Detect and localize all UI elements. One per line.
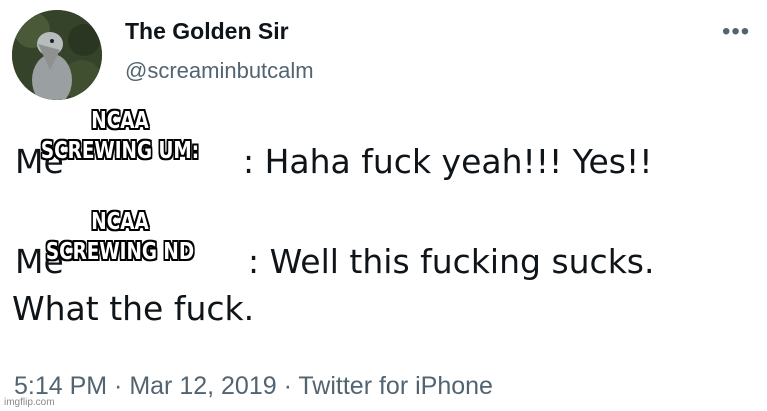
- tweet-timestamp[interactable]: 5:14 PM · Mar 12, 2019 · Twitter for iPh…: [14, 372, 493, 401]
- tweet-line-1: : Haha fuck yeah!!! Yes!!: [243, 142, 653, 181]
- meme-caption-2-line-2: SCREWING ND: [45, 239, 195, 265]
- shoebill-avatar-image: [12, 10, 102, 100]
- watermark: imgflip.com: [4, 397, 55, 408]
- tweet-line-2: : Well this fucking sucks.: [248, 242, 655, 281]
- avatar[interactable]: [12, 10, 102, 100]
- meme-caption-1-line-2: SCREWING UM:: [40, 138, 200, 164]
- meme-caption-1: NCAA SCREWING UM:: [24, 106, 216, 166]
- meme-caption-1-line-1: NCAA: [91, 108, 149, 134]
- meme-caption-2: NCAA SCREWING ND: [24, 207, 216, 267]
- user-handle[interactable]: @screaminbutcalm: [125, 58, 314, 84]
- more-horizontal-icon[interactable]: •••: [722, 20, 750, 44]
- meme-caption-2-line-1: NCAA: [91, 209, 149, 235]
- display-name[interactable]: The Golden Sir: [125, 18, 289, 45]
- tweet-line-3: What the fuck.: [12, 289, 255, 328]
